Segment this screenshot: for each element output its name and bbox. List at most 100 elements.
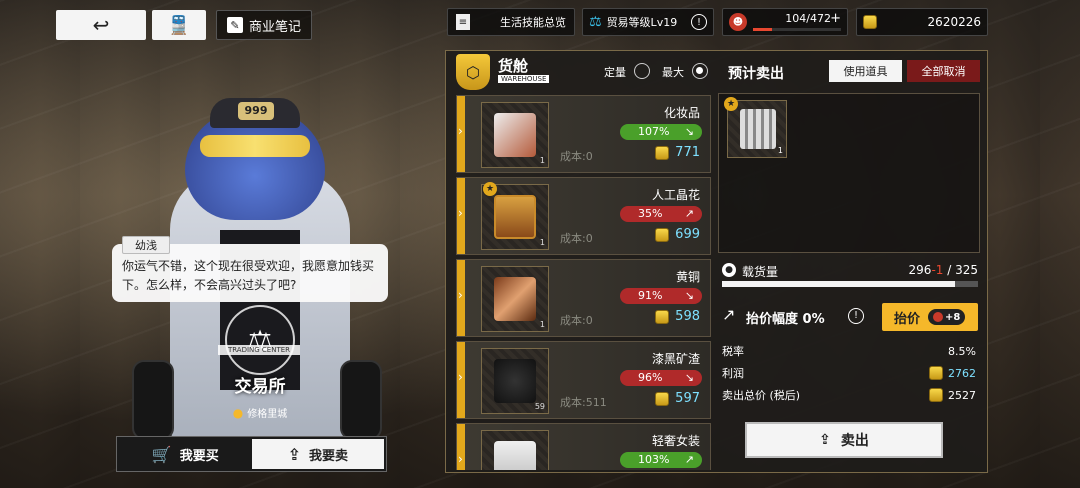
npc-name: 幼浅 bbox=[122, 236, 170, 254]
luxury-dress-icon bbox=[494, 441, 536, 470]
upload-box-icon: ⇪ bbox=[287, 444, 301, 464]
tax-label: 税率 bbox=[722, 345, 744, 358]
price-percent-badge: 103% ↗ bbox=[620, 452, 702, 468]
cargo-item[interactable]: 1 ★ 人工晶花 35% ↗ 成本:0 699 bbox=[456, 177, 711, 255]
price-percent: 103% bbox=[638, 453, 670, 466]
item-price: 598 bbox=[655, 309, 700, 324]
load-delta: -1 bbox=[931, 263, 944, 277]
item-price-value: 598 bbox=[675, 309, 700, 324]
life-skills-button[interactable]: ≡ 生活技能总览 bbox=[447, 8, 575, 36]
cancel-all-button[interactable]: 全部取消 bbox=[907, 60, 980, 82]
expand-arrow-icon bbox=[457, 342, 465, 418]
item-name: 漆黑矿渣 bbox=[651, 352, 700, 366]
total-label: 卖出总价 (税后) bbox=[722, 389, 801, 402]
raise-label: 抬价幅度 0% bbox=[746, 312, 825, 327]
total-value: 2527 bbox=[948, 388, 976, 402]
crystal-flower-sale-icon bbox=[740, 109, 776, 149]
cargo-item-list[interactable]: 1 化妆品 107% ↘ 成本:0 771 1 ★ 人工晶花 35% ↗ bbox=[456, 95, 711, 470]
stamina-value: 104/472 bbox=[785, 12, 831, 25]
sell-upload-icon: ⇪ bbox=[819, 432, 831, 448]
item-name: 黄铜 bbox=[675, 270, 700, 284]
back-button[interactable]: ↩ bbox=[56, 10, 146, 40]
fixed-amount-radio[interactable] bbox=[634, 63, 650, 79]
price-percent-badge: 96% ↘ bbox=[620, 370, 702, 386]
cargo-load-value: 296-1 / 325 bbox=[909, 263, 978, 277]
money-value: 2620226 bbox=[927, 15, 981, 29]
scales-icon: ⚖ bbox=[589, 14, 602, 30]
trade-level-panel[interactable]: ⚖ 贸易等级Lv19 ! bbox=[582, 8, 714, 36]
exchange-title: 交易所 bbox=[234, 377, 286, 397]
coin-icon bbox=[655, 309, 670, 324]
document-icon: ≡ bbox=[456, 14, 470, 30]
location-name: 修格里城 bbox=[247, 409, 288, 420]
money-panel: 2620226 bbox=[856, 8, 988, 36]
raise-arrow-icon: ↗ bbox=[722, 305, 736, 324]
expand-arrow-icon bbox=[457, 178, 465, 254]
item-qty: 59 bbox=[534, 402, 545, 411]
cart-icon: 🛒 bbox=[151, 444, 172, 464]
sale-slot-item[interactable]: ★ 1 bbox=[724, 97, 787, 158]
fixed-amount-label: 定量 bbox=[604, 66, 626, 79]
business-notes-label: 商业笔记 bbox=[248, 19, 301, 35]
price-percent: 107% bbox=[638, 125, 670, 138]
item-cost: 成本:511 bbox=[560, 396, 607, 409]
expand-arrow-icon bbox=[457, 424, 465, 470]
cargo-item[interactable]: 1 黄铜 91% ↘ 成本:0 598 bbox=[456, 259, 711, 337]
add-stamina-icon[interactable]: + bbox=[830, 11, 841, 26]
location-label: ● 修格里城 bbox=[200, 405, 320, 421]
cargo-load-label: 载货量 bbox=[742, 265, 779, 279]
cosmetics-icon bbox=[494, 113, 536, 157]
sell-button[interactable]: ⇪ 卖出 bbox=[745, 422, 943, 458]
coin-icon bbox=[863, 15, 877, 29]
price-percent-badge: 107% ↘ bbox=[620, 124, 702, 140]
price-percent-badge: 35% ↗ bbox=[620, 206, 702, 222]
trading-center-emblem: ⚖ bbox=[225, 305, 295, 375]
item-price-value: 699 bbox=[675, 227, 700, 242]
profit-row: 利润 2762 bbox=[722, 365, 976, 381]
buy-sell-switch: 🛒 我要买 ⇪ 我要卖 bbox=[116, 436, 387, 472]
stamina-fire-icon bbox=[933, 312, 944, 322]
item-cost: 成本:0 bbox=[560, 314, 593, 327]
item-qty: 1 bbox=[539, 238, 545, 247]
coin-icon bbox=[655, 391, 670, 406]
notebook-icon: ✎ bbox=[226, 17, 243, 33]
item-price-value: 771 bbox=[675, 145, 700, 160]
buy-tab[interactable]: 🛒 我要买 bbox=[119, 439, 252, 469]
life-skills-label: 生活技能总览 bbox=[500, 16, 566, 29]
use-item-button[interactable]: 使用道具 bbox=[829, 60, 902, 82]
business-notes-button[interactable]: ✎ 商业笔记 bbox=[216, 10, 312, 40]
tax-value: 8.5% bbox=[948, 344, 976, 358]
total-row: 卖出总价 (税后) 2527 bbox=[722, 387, 976, 403]
predicted-sale-box: ★ 1 bbox=[718, 93, 980, 253]
sell-tab[interactable]: ⇪ 我要卖 bbox=[251, 439, 384, 469]
expand-arrow-icon bbox=[457, 260, 465, 336]
item-thumbnail: 1 bbox=[481, 266, 549, 332]
coin-icon bbox=[655, 227, 670, 242]
cargo-item[interactable]: 59 漆黑矿渣 96% ↘ 成本:511 597 bbox=[456, 341, 711, 419]
raise-price-button[interactable]: 抬价 +8 bbox=[882, 303, 978, 331]
profit-value: 2762 bbox=[948, 366, 976, 380]
stamina-bar bbox=[753, 28, 841, 31]
profit-label: 利润 bbox=[722, 367, 744, 380]
price-percent: 96% bbox=[638, 371, 663, 384]
tax-row: 税率 8.5% bbox=[722, 343, 976, 359]
item-cost: 成本:0 bbox=[560, 150, 593, 163]
coin-icon bbox=[929, 366, 943, 380]
predicted-sale-title: 预计卖出 bbox=[728, 66, 784, 82]
max-amount-radio[interactable] bbox=[692, 63, 708, 79]
trend-down-icon: ↘ bbox=[684, 125, 694, 138]
price-percent: 91% bbox=[638, 289, 663, 302]
item-cost: 成本:0 bbox=[560, 232, 593, 245]
item-qty: 1 bbox=[539, 320, 545, 329]
cargo-item[interactable]: 1 化妆品 107% ↘ 成本:0 771 bbox=[456, 95, 711, 173]
item-name: 轻奢女装 bbox=[651, 434, 700, 448]
cargo-header: ⬡ 货舱 WAREHOUSE 定量 最大 预计卖出 使用道具 全部取消 bbox=[446, 51, 989, 91]
trade-info-icon[interactable]: ! bbox=[691, 14, 707, 30]
wheel-left bbox=[132, 360, 174, 440]
raise-info-icon[interactable]: ! bbox=[848, 308, 864, 324]
train-button[interactable]: 🚆 bbox=[152, 10, 206, 40]
trend-up-icon: ↗ bbox=[684, 207, 694, 220]
item-price: 699 bbox=[655, 227, 700, 242]
raise-cost-value: +8 bbox=[945, 311, 961, 323]
cargo-item[interactable]: 轻奢女装 103% ↗ bbox=[456, 423, 711, 470]
